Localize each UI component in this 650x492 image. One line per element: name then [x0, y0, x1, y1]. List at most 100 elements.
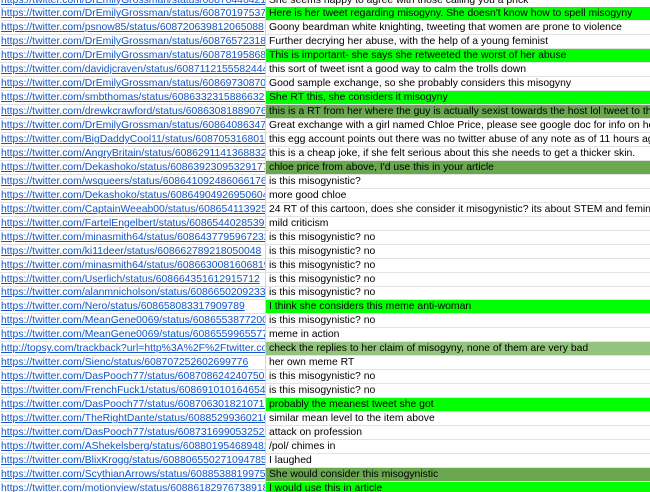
- tweet-link-cell[interactable]: https://twitter.com/davidjcraven/status/…: [0, 63, 266, 77]
- note-cell[interactable]: similar mean level to the item above: [266, 412, 650, 425]
- note-cell[interactable]: is this misogynistic? no: [266, 259, 650, 272]
- tweet-link-cell[interactable]: https://twitter.com/MeanGene0069/status/…: [0, 314, 266, 328]
- tweet-link-cell[interactable]: https://twitter.com/DrEmilyGrossman/stat…: [0, 0, 266, 7]
- tweet-link-cell[interactable]: https://twitter.com/minasmith64/status/6…: [0, 258, 266, 272]
- table-row: https://twitter.com/TheRightDante/status…: [0, 412, 650, 426]
- table-row: https://twitter.com/ki11deer/status/6086…: [0, 244, 650, 259]
- note-cell[interactable]: mild criticism: [266, 217, 650, 230]
- tweet-link-cell[interactable]: https://twitter.com/DasPooch77/status/60…: [0, 398, 266, 412]
- table-row: https://twitter.com/AShekelsberg/status/…: [0, 439, 650, 454]
- note-cell[interactable]: Further decrying her abuse, with the hel…: [266, 35, 650, 48]
- note-cell[interactable]: I would use this in article: [266, 481, 650, 492]
- tweet-link-cell[interactable]: https://twitter.com/BigDaddyCool11/statu…: [0, 133, 266, 146]
- table-row: https://twitter.com/Sienc/status/6087072…: [0, 356, 650, 371]
- table-row: https://twitter.com/DasPooch77/status/60…: [0, 398, 650, 413]
- note-cell[interactable]: probably the meanest tweet she got: [266, 398, 650, 412]
- note-cell[interactable]: this is a RT from her where the guy is a…: [266, 105, 650, 119]
- note-cell[interactable]: She would consider this misogynistic: [266, 467, 650, 481]
- tweet-link-cell[interactable]: https://twitter.com/wsqueers/status/6086…: [0, 174, 266, 188]
- note-cell[interactable]: is this misogynistic? no: [266, 273, 650, 286]
- tweet-link-cell[interactable]: https://twitter.com/FrenchFuck1/status/6…: [0, 384, 266, 398]
- tweet-link-cell[interactable]: https://twitter.com/drewkcrawford/status…: [0, 105, 266, 119]
- table-row: https://twitter.com/davidjcraven/status/…: [0, 63, 650, 78]
- table-row: https://twitter.com/DrEmilyGrossman/stat…: [0, 77, 650, 92]
- note-cell[interactable]: meme in action: [266, 328, 650, 341]
- note-cell[interactable]: this sort of tweet isnt a good way to ca…: [266, 63, 650, 76]
- tweet-link-cell[interactable]: https://twitter.com/ScythianArrows/statu…: [0, 467, 266, 481]
- table-row: https://twitter.com/Dekashoko/status/608…: [0, 160, 650, 175]
- note-cell[interactable]: Goony beardman white knighting, tweeting…: [266, 21, 650, 34]
- note-cell[interactable]: this egg account points out there was no…: [266, 133, 650, 146]
- table-row: https://twitter.com/BlixKrogg/status/608…: [0, 453, 650, 468]
- table-row: https://twitter.com/DrEmilyGrossman/stat…: [0, 7, 650, 22]
- note-cell[interactable]: her own meme RT: [266, 356, 650, 369]
- note-cell[interactable]: is this misogynistic?: [266, 175, 650, 188]
- tweet-link-cell[interactable]: https://twitter.com/DasPooch77/status/60…: [0, 370, 266, 384]
- table-row: https://twitter.com/psnow85/status/60872…: [0, 21, 650, 36]
- note-cell[interactable]: 24 RT of this cartoon, does she consider…: [266, 203, 650, 216]
- tweet-link-cell[interactable]: https://twitter.com/MeanGene0069/status/…: [0, 328, 266, 342]
- note-cell[interactable]: check the replies to her claim of misogy…: [266, 342, 650, 356]
- table-row: https://twitter.com/motionview/status/60…: [0, 481, 650, 492]
- tweet-link-cell[interactable]: https://twitter.com/AngryBritain/status/…: [0, 146, 266, 160]
- tweet-link-cell[interactable]: https://twitter.com/Sienc/status/6087072…: [0, 356, 266, 370]
- table-row: https://twitter.com/Userlich/status/6086…: [0, 272, 650, 287]
- table-row: https://twitter.com/FrenchFuck1/status/6…: [0, 384, 650, 399]
- note-cell[interactable]: is this misogynistic? no: [266, 286, 650, 299]
- note-cell[interactable]: is this misogynistic? no: [266, 314, 650, 327]
- table-row: https://twitter.com/wsqueers/status/6086…: [0, 174, 650, 189]
- note-cell[interactable]: She seems happy to agree with those call…: [266, 0, 650, 7]
- tweet-link-cell[interactable]: https://twitter.com/DasPooch77/status/60…: [0, 425, 266, 439]
- tweet-link-cell[interactable]: https://twitter.com/smbthomas/status/608…: [0, 91, 266, 105]
- table-row: https://twitter.com/ScythianArrows/statu…: [0, 467, 650, 482]
- note-cell[interactable]: chloe price from above, I'd use this in …: [266, 160, 650, 174]
- tweet-link-cell[interactable]: https://twitter.com/ki11deer/status/6086…: [0, 244, 266, 258]
- table-row: https://twitter.com/DrEmilyGrossman/stat…: [0, 49, 650, 64]
- table-row: https://twitter.com/DrEmilyGrossman/stat…: [0, 0, 650, 8]
- note-cell[interactable]: This is important- she says she retweete…: [266, 49, 650, 63]
- table-row: https://twitter.com/Dekashoko/status/608…: [0, 188, 650, 203]
- tweet-link-cell[interactable]: https://twitter.com/DrEmilyGrossman/stat…: [0, 49, 266, 63]
- note-cell[interactable]: attack on profession: [266, 426, 650, 439]
- tweet-link-cell[interactable]: https://twitter.com/BlixKrogg/status/608…: [0, 453, 266, 467]
- note-cell[interactable]: /pol/ chimes in: [266, 440, 650, 453]
- table-row: https://twitter.com/DasPooch77/status/60…: [0, 370, 650, 385]
- note-cell[interactable]: this is a cheap joke, if she felt seriou…: [266, 147, 650, 160]
- tweet-link-cell[interactable]: https://twitter.com/DrEmilyGrossman/stat…: [0, 7, 266, 21]
- tweet-link-cell[interactable]: https://twitter.com/AShekelsberg/status/…: [0, 439, 266, 453]
- table-row: https://twitter.com/BigDaddyCool11/statu…: [0, 133, 650, 147]
- tweet-link-cell[interactable]: https://twitter.com/psnow85/status/60872…: [0, 21, 266, 35]
- note-cell[interactable]: is this misogynistic? no: [266, 384, 650, 397]
- note-cell[interactable]: is this misogynistic? no: [266, 245, 650, 258]
- tweet-link-cell[interactable]: https://twitter.com/Dekashoko/status/608…: [0, 188, 266, 202]
- tweet-link-cell[interactable]: https://twitter.com/DrEmilyGrossman/stat…: [0, 35, 266, 49]
- tweet-link-cell[interactable]: http://topsy.com/trackback?url=http%3A%2…: [0, 342, 266, 356]
- tweet-link-cell[interactable]: https://twitter.com/CaptainWeeab00/statu…: [0, 202, 266, 216]
- tweet-link-cell[interactable]: https://twitter.com/Userlich/status/6086…: [0, 272, 266, 286]
- note-cell[interactable]: Great exchange with a girl named Chloe P…: [266, 119, 650, 132]
- note-cell[interactable]: I laughed: [266, 454, 650, 467]
- note-cell[interactable]: Good sample exchange, so she probably co…: [266, 77, 650, 90]
- note-cell[interactable]: more good chloe: [266, 189, 650, 202]
- tweet-link-cell[interactable]: https://twitter.com/alanmnicholson/statu…: [0, 286, 266, 300]
- tweet-link-cell[interactable]: https://twitter.com/Dekashoko/status/608…: [0, 160, 266, 174]
- spreadsheet-grid: https://twitter.com/DrEmilyGrossman/stat…: [0, 0, 650, 492]
- table-row: https://twitter.com/DasPooch77/status/60…: [0, 425, 650, 440]
- note-cell[interactable]: is this misogynistic? no: [266, 370, 650, 383]
- tweet-link-cell[interactable]: https://twitter.com/Nero/status/60865808…: [0, 300, 266, 314]
- note-cell[interactable]: is this misogynistic? no: [266, 231, 650, 244]
- note-cell[interactable]: Here is her tweet regarding misogyny. Sh…: [266, 7, 650, 21]
- tweet-link-cell[interactable]: https://twitter.com/TheRightDante/status…: [0, 412, 266, 425]
- tweet-link-cell[interactable]: https://twitter.com/minasmith64/status/6…: [0, 230, 266, 244]
- tweet-link-cell[interactable]: https://twitter.com/motionview/status/60…: [0, 481, 266, 492]
- note-cell[interactable]: I think she considers this meme anti-wom…: [266, 300, 650, 314]
- table-row: https://twitter.com/CaptainWeeab00/statu…: [0, 202, 650, 217]
- table-row: https://twitter.com/MeanGene0069/status/…: [0, 314, 650, 329]
- table-row: https://twitter.com/AngryBritain/status/…: [0, 146, 650, 161]
- tweet-link-cell[interactable]: https://twitter.com/DrEmilyGrossman/stat…: [0, 119, 266, 133]
- note-cell[interactable]: She RT this, she considers it misogyny: [266, 91, 650, 105]
- tweet-link-cell[interactable]: https://twitter.com/DrEmilyGrossman/stat…: [0, 77, 266, 91]
- table-row: https://twitter.com/DrEmilyGrossman/stat…: [0, 35, 650, 50]
- tweet-link-cell[interactable]: https://twitter.com/FartelEngelbert/stat…: [0, 216, 266, 230]
- table-row: https://twitter.com/minasmith64/status/6…: [0, 230, 650, 245]
